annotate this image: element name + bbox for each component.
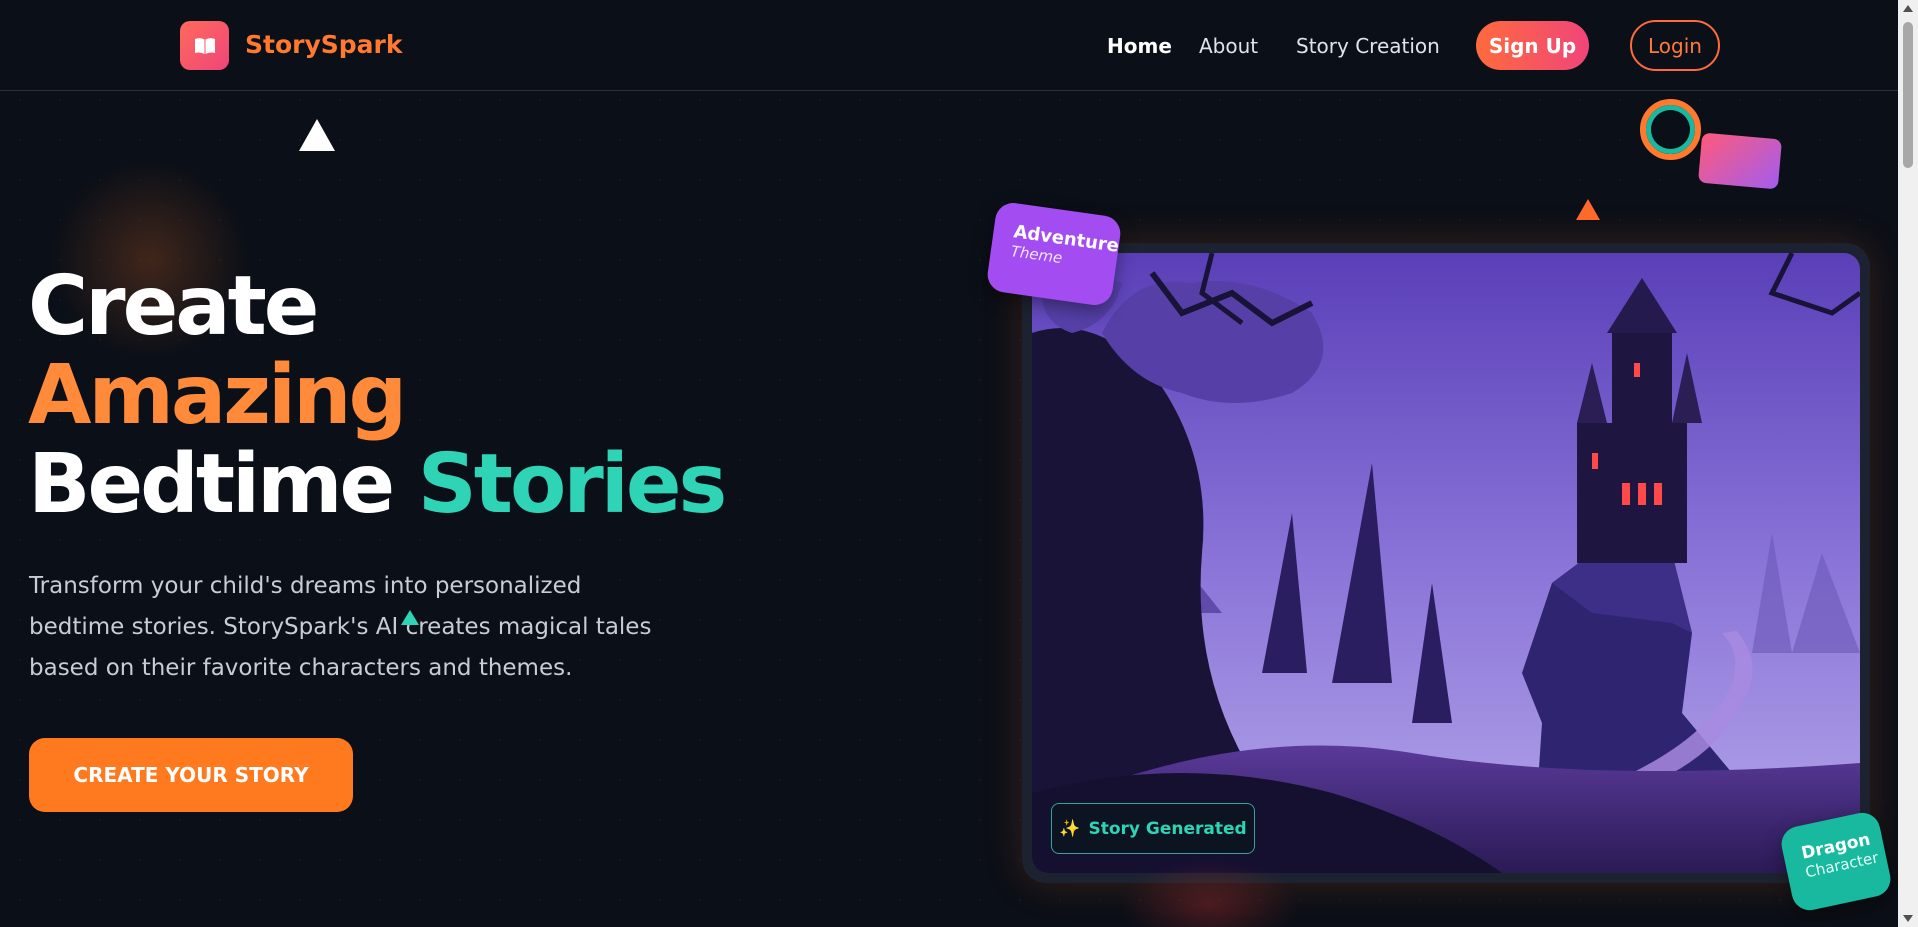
login-button[interactable]: Login [1630, 20, 1720, 71]
haunted-castle-illustration [1032, 253, 1860, 873]
sparkles-icon: ✨ [1059, 818, 1081, 839]
story-generated-badge: ✨ Story Generated [1051, 803, 1255, 854]
nav-story-creation[interactable]: Story Creation [1296, 34, 1440, 58]
decorative-triangle [299, 119, 335, 151]
create-story-button[interactable]: CREATE YOUR STORY [29, 738, 353, 812]
hero-title-line2: Amazing [28, 348, 407, 443]
decorative-ring [1640, 99, 1701, 160]
decorative-triangle [401, 610, 419, 625]
scroll-up-arrow-icon[interactable] [1903, 5, 1913, 12]
nav-about[interactable]: About [1199, 34, 1258, 58]
scroll-down-arrow-icon[interactable] [1903, 915, 1913, 922]
nav-home[interactable]: Home [1107, 34, 1172, 58]
hero-title: Create Amazing Bedtime Stories [28, 259, 728, 532]
page-scrollbar[interactable] [1898, 0, 1918, 927]
logo-badge[interactable] [180, 21, 229, 70]
hero-title-line3b: Stories [417, 437, 728, 532]
navbar: StorySpark Home About Story Creation Sig… [0, 0, 1898, 91]
book-icon [194, 37, 215, 54]
decorative-rectangle [1697, 132, 1783, 190]
story-generated-label: Story Generated [1088, 818, 1247, 839]
hero-title-line1: Create [28, 259, 319, 354]
hero-description: Transform your child's dreams into perso… [29, 573, 652, 681]
theme-badge: Adventure Theme [985, 200, 1123, 308]
signup-button[interactable]: Sign Up [1476, 21, 1589, 70]
scroll-thumb[interactable] [1903, 22, 1913, 168]
hero-title-line3a: Bedtime [28, 437, 395, 532]
story-image-card [1022, 243, 1870, 883]
brand-name[interactable]: StorySpark [245, 30, 402, 59]
